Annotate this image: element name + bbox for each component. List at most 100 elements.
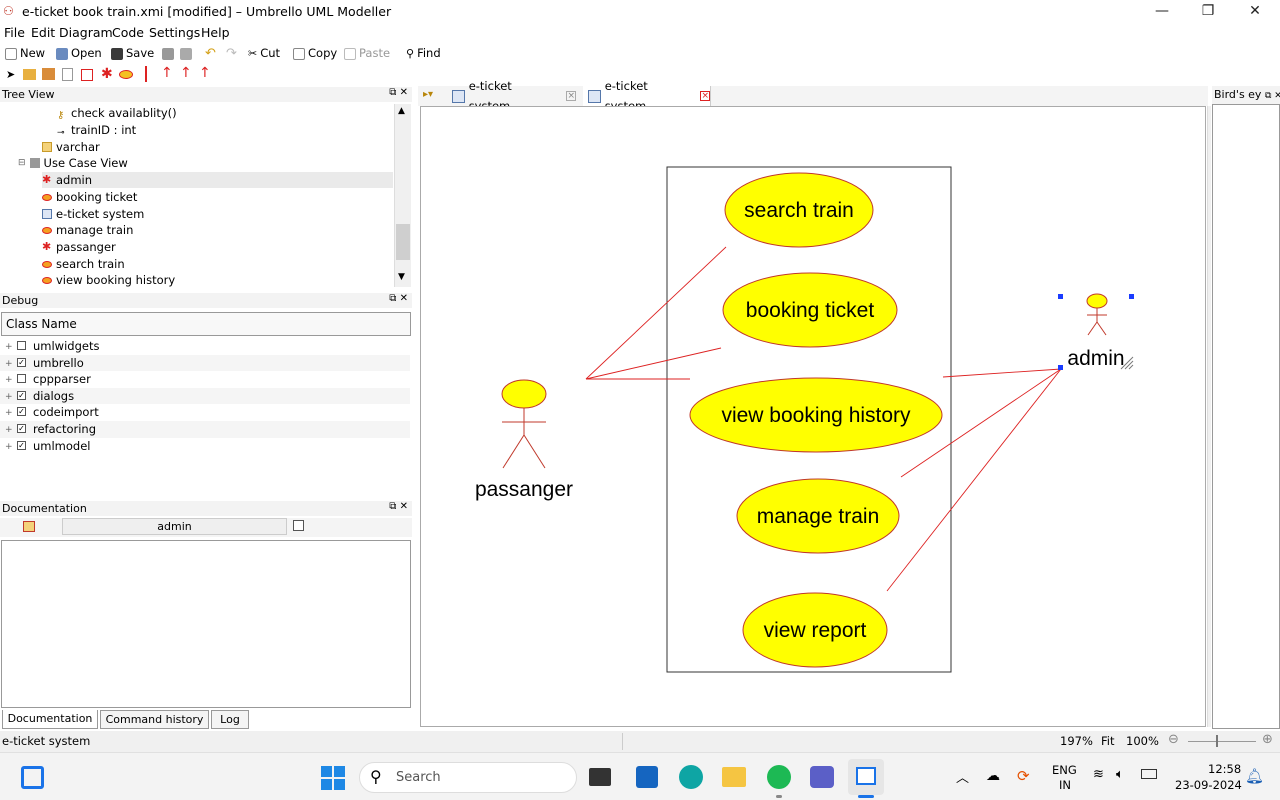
actor-admin[interactable]: admin [1058, 293, 1134, 370]
tab-documentation[interactable]: Documentation [2, 710, 98, 729]
task-view-icon[interactable] [589, 768, 611, 786]
edge-icon[interactable] [679, 765, 703, 789]
debug-row[interactable]: + ✓ umlmodel [0, 438, 410, 455]
menu-file[interactable]: File [4, 25, 25, 40]
open-button[interactable]: Open [56, 45, 102, 62]
sync-icon[interactable]: ⟳ [1017, 767, 1030, 785]
clock-time[interactable]: 12:58 [1208, 762, 1241, 776]
tree-item[interactable]: ⚷ check availablity() [57, 105, 177, 121]
chevron-up-icon[interactable]: ︿ [956, 767, 969, 786]
lang-primary[interactable]: ENG [1052, 763, 1077, 777]
tree-item[interactable]: e-ticket system [42, 206, 144, 222]
tab-log[interactable]: Log [211, 710, 249, 729]
panel-dock-icon[interactable]: ⧉ ✕ [389, 293, 408, 304]
scroll-thumb[interactable] [396, 224, 410, 260]
save-button[interactable]: Save [111, 45, 154, 62]
doc-element-name[interactable]: admin [62, 518, 287, 535]
taskbar-search[interactable]: ⚲ Search [359, 762, 577, 793]
zoom-fit-button[interactable]: Fit [1101, 734, 1114, 748]
wifi-icon[interactable]: ≋ [1093, 767, 1104, 782]
file-explorer-icon[interactable] [722, 767, 746, 787]
debug-row[interactable]: + ✓ refactoring [0, 421, 410, 438]
widgets-icon[interactable] [21, 766, 44, 789]
box-tool-icon[interactable] [23, 69, 36, 80]
debug-checkbox[interactable] [17, 374, 26, 384]
zoom-in-icon[interactable]: ⊕ [1262, 732, 1273, 747]
debug-checkbox[interactable]: ✓ [17, 407, 26, 417]
usecase-view-booking-history[interactable]: view booking history [689, 377, 943, 453]
usecase-tool-icon[interactable] [119, 70, 133, 79]
panel-dock-icon[interactable]: ⧉ ✕ [1265, 91, 1280, 101]
canvas-splitter[interactable] [1207, 106, 1211, 727]
tree-item[interactable]: view booking history [42, 272, 175, 288]
spotify-icon[interactable] [767, 765, 791, 789]
copy-button[interactable]: Copy [293, 45, 337, 62]
tree-item-admin[interactable]: ✱ admin [42, 172, 393, 188]
undo-button[interactable]: ↶ [205, 45, 216, 62]
menu-code[interactable]: Code [112, 25, 144, 40]
close-button[interactable]: ✕ [1232, 0, 1278, 24]
paste-button[interactable]: Paste [344, 45, 390, 62]
text-tool-icon[interactable] [62, 68, 73, 81]
maximize-button[interactable]: ❐ [1185, 0, 1231, 24]
tree-item[interactable]: manage train [42, 222, 133, 238]
minimize-button[interactable]: — [1139, 0, 1185, 24]
menu-diagram[interactable]: Diagram [59, 25, 113, 40]
menu-edit[interactable]: Edit [31, 25, 55, 40]
expand-icon[interactable]: + [5, 372, 13, 388]
note-tool-icon[interactable] [42, 68, 55, 80]
usecase-booking-ticket[interactable]: booking ticket [722, 272, 898, 348]
scroll-down-icon[interactable]: ▼ [398, 272, 405, 282]
battery-icon[interactable] [1141, 769, 1157, 779]
select-arrow-icon[interactable]: ➤ [6, 68, 15, 81]
tab-command-history[interactable]: Command history [100, 710, 209, 729]
debug-checkbox[interactable]: ✓ [17, 390, 26, 400]
scroll-up-icon[interactable]: ▲ [398, 106, 405, 116]
redo-button[interactable]: ↷ [226, 45, 237, 62]
tree-item[interactable]: booking ticket [42, 189, 137, 205]
debug-checkbox[interactable]: ✓ [17, 440, 26, 450]
close-tab-icon[interactable]: × [566, 91, 576, 101]
aggregation-tool-icon[interactable]: ↑ [199, 65, 211, 81]
debug-row[interactable]: + umlwidgets [0, 338, 410, 355]
zoom-out-icon[interactable]: ⊖ [1168, 732, 1179, 747]
panel-dock-icon[interactable]: ⧉ ✕ [389, 87, 408, 98]
expand-icon[interactable]: + [5, 405, 13, 421]
documentation-textarea[interactable] [1, 540, 411, 708]
store-icon[interactable] [636, 766, 658, 788]
doc-checkbox[interactable] [293, 520, 304, 531]
volume-icon[interactable]: 🔈︎ [1116, 767, 1124, 782]
expand-icon[interactable]: + [5, 439, 13, 455]
tree-item-use-case-view[interactable]: ⊟ Use Case View [18, 155, 128, 171]
actor-tool-icon[interactable]: ✱ [101, 66, 113, 82]
debug-checkbox[interactable]: ✓ [17, 424, 26, 433]
association-tool-icon[interactable] [145, 66, 147, 82]
tree-item[interactable]: ⊸ trainID : int [57, 122, 136, 138]
lang-secondary[interactable]: IN [1059, 778, 1071, 792]
tab-diagram-1[interactable]: e-ticket system × [446, 79, 576, 113]
find-button[interactable]: ⚲ Find [406, 45, 441, 62]
actor-passanger[interactable]: passanger [475, 379, 573, 501]
debug-column-header[interactable]: Class Name [1, 312, 411, 336]
debug-row[interactable]: + ✓ dialogs [0, 387, 410, 405]
zoom-slider-handle[interactable] [1216, 735, 1218, 747]
menu-settings[interactable]: Settings [149, 25, 200, 40]
debug-row[interactable]: + ✓ codeimport [0, 404, 410, 421]
diagram-canvas[interactable]: search train booking ticket view booking… [420, 106, 1206, 727]
menu-help[interactable]: Help [201, 25, 230, 40]
expand-icon[interactable]: + [5, 339, 13, 355]
new-tab-icon[interactable]: ▸▾ [423, 89, 433, 100]
panel-dock-icon[interactable]: ⧉ ✕ [389, 501, 408, 512]
usecase-manage-train[interactable]: manage train [736, 478, 900, 554]
close-tab-icon[interactable]: × [700, 91, 710, 101]
tree-item[interactable]: search train [42, 256, 125, 272]
new-button[interactable]: New [5, 45, 45, 62]
debug-row[interactable]: + ✓ umbrello [0, 354, 410, 372]
print-button[interactable] [162, 45, 174, 62]
onedrive-icon[interactable]: ☁ [986, 768, 1000, 784]
usecase-view-report[interactable]: view report [742, 592, 888, 668]
expand-icon[interactable]: + [5, 356, 13, 372]
teams-icon[interactable] [810, 766, 834, 788]
windows-start-icon[interactable] [321, 766, 345, 790]
dependency-tool-icon[interactable]: ↑ [161, 65, 173, 81]
